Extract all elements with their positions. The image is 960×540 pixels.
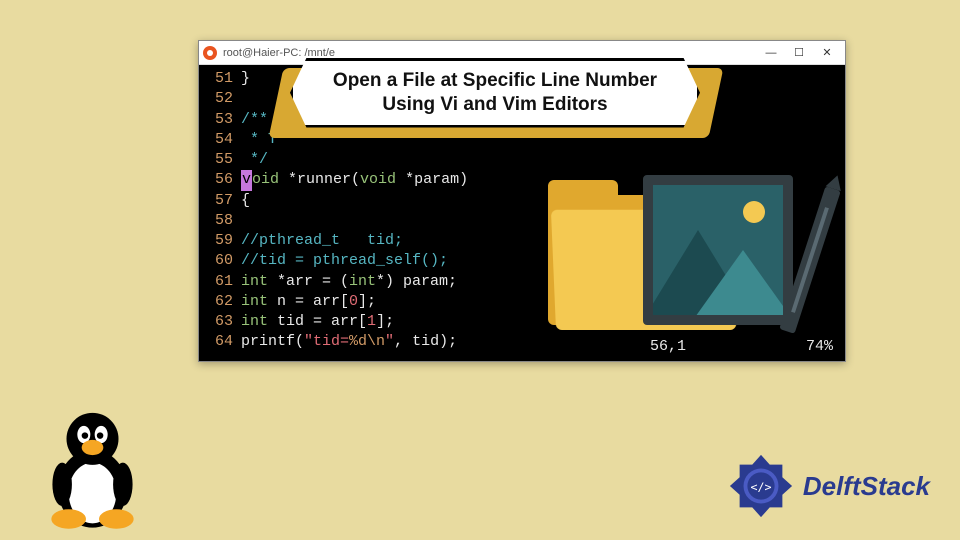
banner-line-2: Using Vi and Vim Editors <box>309 93 681 117</box>
code-token: *arr = ( <box>268 272 349 292</box>
code-token: *runner( <box>279 170 360 190</box>
line-number: 56 <box>207 170 233 190</box>
banner-line-1: Open a File at Specific Line Number <box>309 69 681 93</box>
code-token: int <box>241 312 268 332</box>
code-token: } <box>241 69 250 89</box>
delftstack-badge-icon: </> <box>727 452 795 520</box>
line-number: 59 <box>207 231 233 251</box>
svg-text:</>: </> <box>750 480 771 494</box>
code-token: //pthread_t tid; <box>241 231 403 251</box>
line-number: 53 <box>207 110 233 130</box>
window-controls: — ☐ ✕ <box>757 42 841 64</box>
line-number: 55 <box>207 150 233 170</box>
tux-penguin-icon <box>35 402 150 532</box>
code-token: n = arr[ <box>268 292 349 312</box>
code-token: 0 <box>349 292 358 312</box>
code-token: *) param; <box>376 272 457 292</box>
code-token: tid = arr[ <box>268 312 367 332</box>
delftstack-text: DelftStack <box>803 471 930 502</box>
code-token: "tid= <box>304 332 349 352</box>
line-number: 63 <box>207 312 233 332</box>
scroll-percent: 74% <box>806 337 833 357</box>
mountain-icon <box>693 250 793 320</box>
code-token: 1 <box>367 312 376 332</box>
title-banner: Open a File at Specific Line Number Usin… <box>290 58 700 128</box>
code-token: { <box>241 191 250 211</box>
code-token: void <box>360 170 396 190</box>
line-number: 64 <box>207 332 233 352</box>
line-number: 62 <box>207 292 233 312</box>
code-line: 55 */ <box>207 150 837 170</box>
maximize-button[interactable]: ☐ <box>785 42 813 64</box>
code-token: oid <box>252 170 279 190</box>
line-number: 57 <box>207 191 233 211</box>
line-number: 54 <box>207 130 233 150</box>
code-token: ]; <box>358 292 376 312</box>
minimize-button[interactable]: — <box>757 42 785 64</box>
code-token: " <box>385 332 394 352</box>
line-number: 51 <box>207 69 233 89</box>
line-number: 61 <box>207 272 233 292</box>
sun-icon <box>743 201 765 223</box>
code-token: //tid = pthread_self(); <box>241 251 448 271</box>
code-token: , tid); <box>394 332 457 352</box>
code-token: %d\n <box>349 332 385 352</box>
code-token: printf( <box>241 332 304 352</box>
close-button[interactable]: ✕ <box>813 42 841 64</box>
code-token: /** <box>241 110 268 130</box>
line-number: 60 <box>207 251 233 271</box>
window-title: root@Haier-PC: /mnt/e <box>223 47 757 59</box>
code-token: int <box>241 272 268 292</box>
code-token: int <box>241 292 268 312</box>
image-icon <box>643 175 793 325</box>
code-token: */ <box>241 150 268 170</box>
folder-image-illustration <box>548 175 808 350</box>
code-token: v <box>241 170 252 190</box>
ubuntu-icon <box>203 46 217 60</box>
code-token: ]; <box>376 312 394 332</box>
line-number: 52 <box>207 89 233 109</box>
code-token: int <box>349 272 376 292</box>
line-number: 58 <box>207 211 233 231</box>
delftstack-logo: </> DelftStack <box>727 452 930 520</box>
code-token: *param) <box>396 170 468 190</box>
